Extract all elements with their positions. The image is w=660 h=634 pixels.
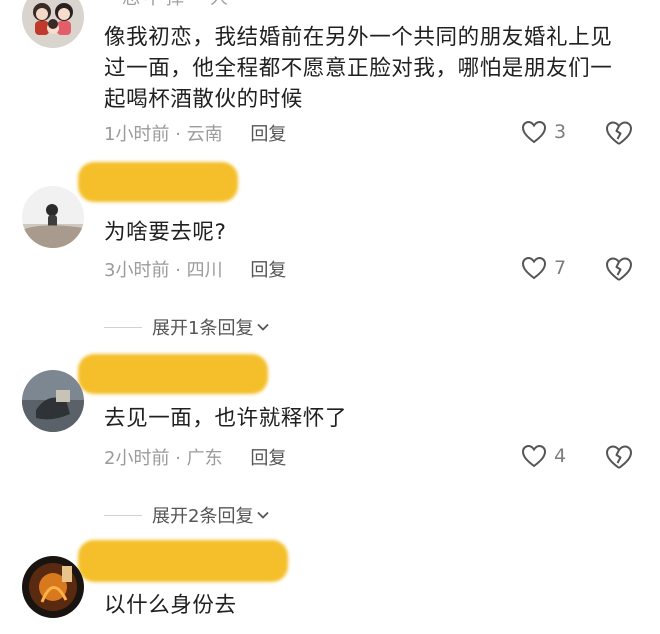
like-count-3: 4: [554, 445, 567, 467]
expand-replies-label-3: 展开2条回复: [152, 506, 254, 527]
comment-text-2: 为啥要去呢?: [104, 220, 227, 245]
reply-button-3[interactable]: 回复: [250, 448, 286, 469]
divider-line: [104, 514, 142, 516]
username-user-1[interactable]: 忘不掉一人: [122, 0, 232, 10]
username-redaction-4: [78, 540, 288, 582]
divider-line: [104, 326, 142, 328]
avatar-user-3[interactable]: [22, 370, 84, 432]
broken-heart-icon[interactable]: [604, 442, 634, 472]
like-button-3[interactable]: 4: [520, 442, 566, 470]
like-button-1[interactable]: 3: [520, 118, 566, 146]
comment-meta-2: 3小时前 · 四川 回复: [104, 260, 287, 281]
expand-replies-label-2: 展开1条回复: [152, 318, 254, 339]
chevron-down-icon: [257, 511, 270, 519]
like-button-2[interactable]: 7: [520, 254, 566, 282]
comment-text-1: 像我初恋，我结婚前在另外一个共同的朋友婚礼上见过一面，他全程都不愿意正脸对我，哪…: [104, 25, 613, 112]
broken-heart-icon[interactable]: [604, 118, 634, 148]
comment-location-2: 四川: [186, 260, 223, 281]
avatar-user-4[interactable]: [22, 556, 84, 618]
comment-meta-1: 1小时前 · 云南 回复: [104, 124, 287, 145]
username-redaction-2: [78, 162, 238, 202]
heart-outline-icon: [520, 442, 548, 470]
expand-replies-button-3[interactable]: 展开2条回复: [104, 502, 271, 528]
broken-heart-icon[interactable]: [604, 254, 634, 284]
reply-button-1[interactable]: 回复: [250, 124, 286, 145]
comment-location-3: 广东: [186, 448, 223, 469]
like-count-1: 3: [554, 121, 567, 143]
chevron-down-icon: [257, 323, 270, 331]
expand-replies-button-2[interactable]: 展开1条回复: [104, 314, 271, 340]
comment-time-3: 2小时前: [104, 448, 170, 469]
like-count-2: 7: [554, 257, 567, 279]
reply-button-2[interactable]: 回复: [250, 260, 286, 281]
comment-time-1: 1小时前: [104, 124, 170, 145]
avatar-user-1[interactable]: [22, 0, 84, 48]
heart-outline-icon: [520, 254, 548, 282]
comment-text-4: 以什么身份去: [104, 593, 237, 618]
comment-meta-3: 2小时前 · 广东 回复: [104, 448, 287, 469]
avatar-user-2[interactable]: [22, 186, 84, 248]
comment-text-3: 去见一面，也许就释怀了: [104, 406, 348, 431]
comment-location-1: 云南: [186, 124, 223, 145]
heart-outline-icon: [520, 118, 548, 146]
username-redaction-3: [78, 354, 268, 394]
comment-time-2: 3小时前: [104, 260, 170, 281]
